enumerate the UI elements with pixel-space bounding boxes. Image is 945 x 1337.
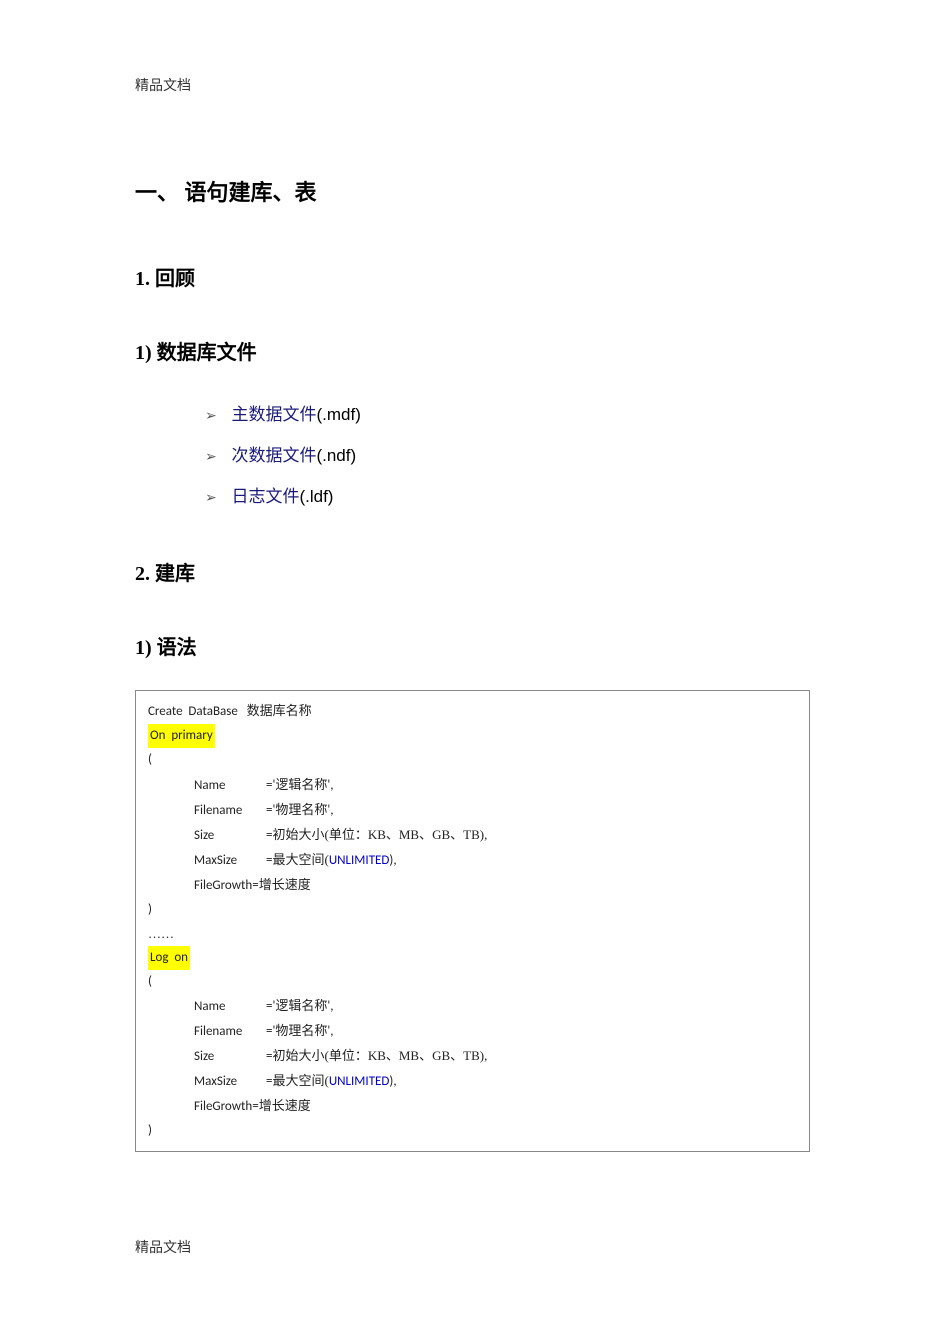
code-line: Filename='物理名称', bbox=[148, 798, 799, 823]
code-line: ( bbox=[148, 970, 799, 994]
code-line: Name='逻辑名称', bbox=[148, 773, 799, 798]
list-item: ➢ 主数据文件(.mdf) bbox=[205, 395, 810, 436]
code-line: FileGrowth=增长速度 bbox=[148, 1094, 799, 1119]
code-line: Log on bbox=[148, 946, 799, 970]
code-line: …… bbox=[148, 922, 799, 946]
bullet-suffix: (.ndf) bbox=[316, 446, 356, 465]
code-line: On primary bbox=[148, 724, 799, 748]
code-line: Size=初始大小(单位：KB、MB、GB、TB), bbox=[148, 1044, 799, 1069]
code-line: Size=初始大小(单位：KB、MB、GB、TB), bbox=[148, 823, 799, 848]
bullet-label: 次数据文件 bbox=[231, 446, 316, 465]
code-line: ) bbox=[148, 1119, 799, 1143]
page-header: 精品文档 bbox=[135, 75, 810, 95]
bullet-suffix: (.mdf) bbox=[316, 405, 360, 424]
heading-1: 1. 回顾 bbox=[135, 262, 810, 291]
chevron-right-icon: ➢ bbox=[205, 407, 217, 423]
bullet-label: 主数据文件 bbox=[231, 405, 316, 424]
heading-2-1: 1) 语法 bbox=[135, 631, 810, 660]
code-line: ) bbox=[148, 898, 799, 922]
code-block: Create DataBase 数据库名称 On primary ( Name=… bbox=[135, 690, 810, 1152]
heading-2: 2. 建库 bbox=[135, 557, 810, 586]
list-item: ➢ 日志文件(.ldf) bbox=[205, 477, 810, 518]
bullet-suffix: (.ldf) bbox=[299, 487, 333, 506]
chevron-right-icon: ➢ bbox=[205, 489, 217, 505]
heading-main: 一、 语句建库、表 bbox=[135, 175, 810, 207]
code-line: Create DataBase 数据库名称 bbox=[148, 699, 799, 724]
heading-1-1: 1) 数据库文件 bbox=[135, 336, 810, 365]
code-line: Filename='物理名称', bbox=[148, 1019, 799, 1044]
bullet-list: ➢ 主数据文件(.mdf) ➢ 次数据文件(.ndf) ➢ 日志文件(.ldf) bbox=[205, 395, 810, 517]
code-line: ( bbox=[148, 748, 799, 772]
code-line: Name='逻辑名称', bbox=[148, 994, 799, 1019]
code-line: MaxSize=最大空间(UNLIMITED), bbox=[148, 848, 799, 873]
page-footer: 精品文档 bbox=[135, 1237, 191, 1257]
code-line: FileGrowth=增长速度 bbox=[148, 873, 799, 898]
list-item: ➢ 次数据文件(.ndf) bbox=[205, 436, 810, 477]
bullet-label: 日志文件 bbox=[231, 487, 299, 506]
chevron-right-icon: ➢ bbox=[205, 448, 217, 464]
code-line: MaxSize=最大空间(UNLIMITED), bbox=[148, 1069, 799, 1094]
